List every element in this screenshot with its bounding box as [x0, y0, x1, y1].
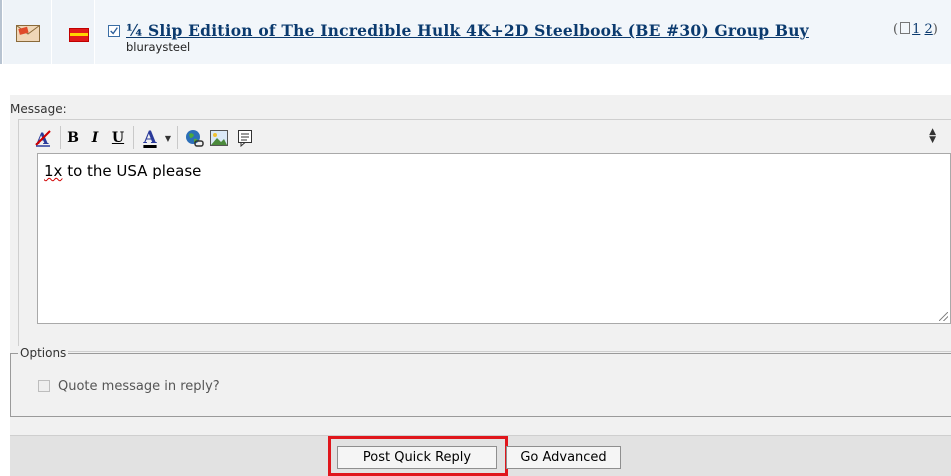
reply-button-bar: Post Quick Reply Go Advanced — [10, 435, 951, 476]
remove-format-icon[interactable]: A — [33, 128, 53, 148]
textarea-resize-grip[interactable] — [939, 312, 948, 321]
thread-status-cell — [3, 0, 51, 64]
wrap-quote-icon[interactable] — [236, 128, 254, 148]
editor-resize-toggle-icon[interactable]: ▲ ▼ — [929, 128, 936, 145]
options-fieldset: Options Quote message in reply? — [10, 346, 951, 417]
multipage-icon — [900, 22, 911, 34]
options-legend: Options — [18, 346, 69, 360]
thread-author[interactable]: bluraysteel — [126, 40, 190, 54]
row-left-border — [0, 0, 2, 64]
insert-link-icon[interactable] — [184, 128, 204, 148]
page-link-2[interactable]: 2 — [925, 22, 933, 37]
thread-pages: (1 2) — [893, 22, 938, 37]
chevron-down-icon[interactable]: ▼ — [164, 128, 172, 148]
italic-button[interactable]: I — [88, 128, 102, 148]
checkbox-icon[interactable] — [108, 25, 120, 37]
message-text: 1x to the USA please — [44, 162, 202, 180]
thread-row: ¼ Slip Edition of The Incredible Hulk 4K… — [0, 0, 951, 64]
page-link-1[interactable]: 1 — [912, 22, 920, 37]
envelope-icon — [16, 25, 40, 42]
message-textarea[interactable]: 1x to the USA please — [37, 153, 951, 324]
bold-button[interactable]: B — [66, 128, 80, 148]
thread-title-cell: ¼ Slip Edition of The Incredible Hulk 4K… — [95, 0, 951, 64]
thread-title-link[interactable]: ¼ Slip Edition of The Incredible Hulk 4K… — [126, 21, 809, 40]
quote-message-checkbox[interactable] — [38, 380, 50, 392]
underline-button[interactable]: U — [111, 128, 125, 148]
message-label: Message: — [10, 102, 67, 116]
insert-image-icon[interactable] — [209, 128, 229, 148]
editor-toolbar: A B I U A ▼ — [19, 120, 951, 153]
quote-message-label[interactable]: Quote message in reply? — [58, 379, 220, 394]
go-advanced-button[interactable]: Go Advanced — [506, 446, 621, 469]
quick-reply-panel: Message: A B I U A ▼ — [10, 95, 951, 435]
thread-flag-cell — [52, 0, 94, 64]
post-quick-reply-button[interactable]: Post Quick Reply — [337, 446, 497, 469]
text-color-button[interactable]: A — [139, 128, 161, 148]
flag-icon — [69, 28, 89, 42]
